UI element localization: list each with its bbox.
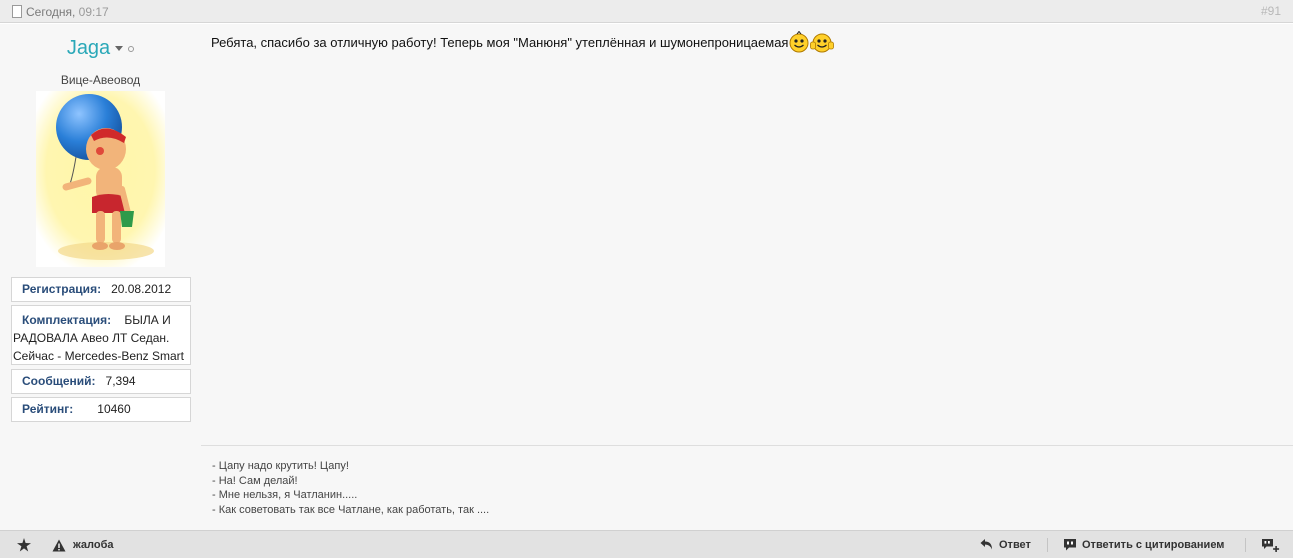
message-text: Ребята, спасибо за отличную работу! Тепе…: [211, 35, 789, 50]
info-configuration: Комплектация: БЫЛА И РАДОВАЛА Авео ЛТ Се…: [11, 305, 191, 365]
registration-value: 20.08.2012: [111, 282, 172, 296]
post-time: 09:17: [78, 5, 109, 19]
signature-line: - Как советовать так все Чатлане, как ра…: [212, 504, 490, 517]
info-rating: Рейтинг: 10460: [11, 397, 191, 422]
info-posts: Сообщений: 7,394: [11, 369, 191, 394]
configuration-value-line1: БЫЛА И: [124, 313, 171, 327]
user-info-panel: Jaga Вице-Авеовод Регистрация: 20.08.201…: [0, 24, 201, 530]
post-body: Jaga Вице-Авеовод Регистрация: 20.08.201…: [0, 24, 1293, 530]
signature-line: - На! Сам делай!: [212, 474, 298, 487]
footer-separator: [1047, 538, 1048, 552]
footer-separator: [1245, 538, 1246, 552]
post-number-link[interactable]: #91: [1261, 4, 1281, 18]
signature-divider: [201, 445, 1293, 446]
reply-with-quote-button[interactable]: Ответить с цитированием: [1082, 531, 1224, 558]
reply-arrow-icon[interactable]: [980, 538, 994, 551]
quote-bubble-icon[interactable]: [1063, 538, 1077, 552]
rating-value: 10460: [97, 402, 131, 416]
smiley-icon: [789, 31, 809, 53]
configuration-value-line2: РАДОВАЛА Авео ЛТ Седан.: [13, 331, 170, 345]
signature: - Цапу надо крутить! Цапу! - На! Сам дел…: [212, 459, 489, 518]
configuration-value-line3: Сейчас - Mercedes-Benz Smart: [13, 349, 185, 363]
username-link[interactable]: Jaga: [67, 37, 110, 59]
document-icon: [12, 5, 22, 18]
info-registration: Регистрация: 20.08.2012: [11, 277, 191, 302]
registration-label: Регистрация:: [22, 282, 102, 296]
signature-line: - Цапу надо крутить! Цапу!: [212, 460, 349, 472]
reply-button[interactable]: Ответ: [999, 531, 1031, 558]
multiquote-plus-icon[interactable]: [1261, 538, 1281, 553]
post-header: Сегодня, 09:17 #91: [0, 0, 1293, 23]
post-message: Ребята, спасибо за отличную работу! Тепе…: [211, 31, 835, 53]
post-date: Сегодня, 09:17: [26, 5, 109, 19]
rating-label: Рейтинг:: [22, 402, 74, 416]
user-title: Вице-Авеовод: [60, 73, 141, 87]
signature-line: - Мне нельзя, я Чатланин.....: [212, 489, 358, 502]
report-button[interactable]: жалоба: [73, 531, 114, 558]
posts-value: 7,394: [105, 374, 136, 388]
post-footer: жалоба Ответ Ответить с цитированием: [0, 530, 1293, 558]
avatar[interactable]: [36, 91, 165, 267]
star-icon[interactable]: [17, 538, 31, 552]
configuration-label: Комплектация:: [22, 313, 112, 327]
posts-label: Сообщений:: [22, 374, 96, 388]
thumbs-up-smiley-icon: [810, 33, 835, 53]
offline-status-icon: [128, 45, 135, 52]
chevron-down-icon[interactable]: [115, 46, 124, 51]
warning-icon[interactable]: [52, 539, 66, 552]
